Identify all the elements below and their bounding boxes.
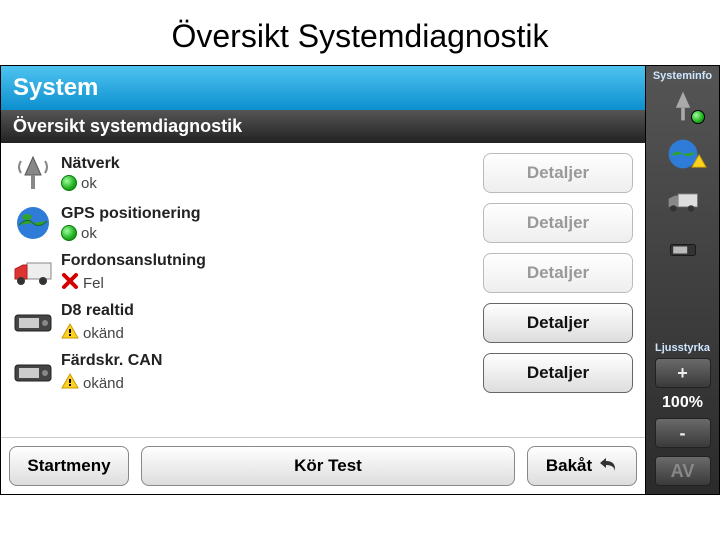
row-body: Färdskr. CAN okänd xyxy=(57,352,483,394)
sidebar-antenna-icon[interactable] xyxy=(659,86,707,126)
details-button[interactable]: Detaljer xyxy=(483,303,633,343)
slide-title: Översikt Systemdiagnostik xyxy=(0,0,720,65)
details-button[interactable]: Detaljer xyxy=(483,353,633,393)
brightness-value: 100% xyxy=(662,394,703,412)
status-ok-badge xyxy=(691,110,705,124)
row-status: Fel xyxy=(61,272,483,294)
brightness-label: Ljusstyrka xyxy=(655,342,710,354)
row-status: ok xyxy=(61,225,483,242)
list-item: Nätverk ok Detaljer xyxy=(5,147,637,197)
status-text: ok xyxy=(81,175,97,192)
status-ok-icon xyxy=(61,175,77,191)
bottom-bar: Startmeny Kör Test Bakåt xyxy=(1,437,645,494)
row-name: Nätverk xyxy=(61,155,483,173)
globe-icon xyxy=(9,201,57,245)
details-button[interactable]: Detaljer xyxy=(483,203,633,243)
row-body: GPS positionering ok xyxy=(57,205,483,242)
systeminfo-label: Systeminfo xyxy=(653,70,712,82)
status-text: okänd xyxy=(83,375,124,392)
details-button[interactable]: Detaljer xyxy=(483,253,633,293)
row-status: okänd xyxy=(61,322,483,344)
row-status: okänd xyxy=(61,372,483,394)
subtitle-bar: Översikt systemdiagnostik xyxy=(1,110,645,143)
antenna-icon xyxy=(9,151,57,195)
status-text: ok xyxy=(81,225,97,242)
list-item: D8 realtid okänd Detaljer xyxy=(5,297,637,347)
row-name: Fordonsanslutning xyxy=(61,252,483,270)
status-ok-icon xyxy=(61,225,77,241)
row-name: D8 realtid xyxy=(61,302,483,320)
status-warning-icon xyxy=(61,372,79,394)
title-bar: System xyxy=(1,66,645,110)
device-icon xyxy=(9,351,57,395)
diagnostic-list: Nätverk ok Detaljer GPS xyxy=(1,143,645,437)
sidebar-truck-icon[interactable] xyxy=(659,182,707,222)
status-text: okänd xyxy=(83,325,124,342)
brightness-up-button[interactable]: + xyxy=(655,358,711,388)
list-item: GPS positionering ok Detaljer xyxy=(5,197,637,247)
row-status: ok xyxy=(61,175,483,192)
screen: System Översikt systemdiagnostik Nätverk xyxy=(0,65,646,495)
row-name: GPS positionering xyxy=(61,205,483,223)
status-error-icon xyxy=(61,272,79,294)
back-label: Bakåt xyxy=(546,456,592,476)
row-body: Fordonsanslutning Fel xyxy=(57,252,483,294)
status-warning-icon xyxy=(61,322,79,344)
details-button[interactable]: Detaljer xyxy=(483,153,633,193)
brightness-down-button[interactable]: - xyxy=(655,418,711,448)
undo-icon xyxy=(598,455,618,478)
row-name: Färdskr. CAN xyxy=(61,352,483,370)
row-body: D8 realtid okänd xyxy=(57,302,483,344)
sidebar-globe-icon[interactable] xyxy=(659,134,707,174)
list-item: Fordonsanslutning Fel Detaljer xyxy=(5,247,637,297)
status-warning-badge xyxy=(691,153,707,174)
device-frame: System Översikt systemdiagnostik Nätverk xyxy=(0,65,720,495)
row-body: Nätverk ok xyxy=(57,155,483,192)
sidebar-device-icon[interactable] xyxy=(659,230,707,270)
run-test-button[interactable]: Kör Test xyxy=(141,446,515,486)
power-off-button[interactable]: AV xyxy=(655,456,711,486)
start-menu-button[interactable]: Startmeny xyxy=(9,446,129,486)
back-button[interactable]: Bakåt xyxy=(527,446,637,486)
device-icon xyxy=(9,301,57,345)
truck-icon xyxy=(9,251,57,295)
sidebar: Systeminfo Ljusstyrka + 100% - AV xyxy=(646,65,720,495)
list-item: Färdskr. CAN okänd Detaljer xyxy=(5,347,637,397)
status-text: Fel xyxy=(83,275,104,292)
